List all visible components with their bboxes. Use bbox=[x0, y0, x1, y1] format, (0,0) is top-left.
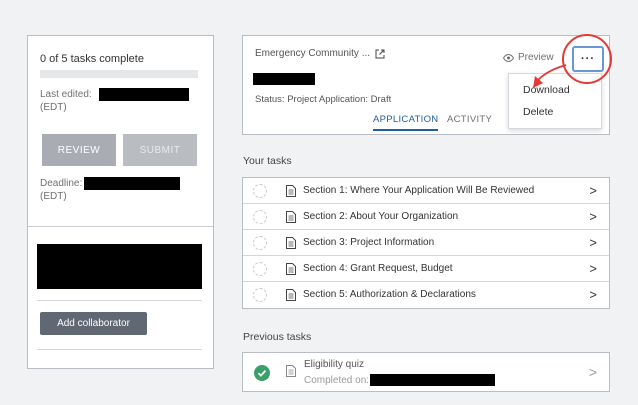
tab-application[interactable]: APPLICATION bbox=[373, 114, 439, 131]
redacted-completed-date bbox=[370, 374, 496, 386]
progress-label: 0 of 5 tasks complete bbox=[40, 53, 144, 65]
review-button[interactable]: REVIEW bbox=[42, 134, 116, 166]
tab-activity[interactable]: ACTIVITY bbox=[447, 114, 492, 125]
your-tasks-heading: Your tasks bbox=[243, 155, 292, 167]
redacted-project-name bbox=[253, 73, 315, 85]
project-title[interactable]: Emergency Community ... bbox=[255, 48, 385, 59]
previous-task-title: Eligibility quiz bbox=[304, 359, 365, 370]
project-title-text: Emergency Community ... bbox=[255, 48, 371, 59]
last-edited: Last edited: (EDT) bbox=[40, 88, 189, 114]
eye-icon bbox=[503, 53, 514, 62]
menu-item-download[interactable]: Download bbox=[523, 84, 570, 96]
chevron-right-icon: > bbox=[589, 183, 597, 198]
preview-link[interactable]: Preview bbox=[503, 52, 554, 63]
task-row[interactable]: Section 1: Where Your Application Will B… bbox=[243, 178, 609, 204]
deadline: Deadline: (EDT) bbox=[40, 177, 181, 203]
document-icon bbox=[286, 365, 296, 377]
deadline-timezone: (EDT) bbox=[40, 191, 67, 203]
divider bbox=[37, 300, 202, 301]
status-key: Status: bbox=[255, 94, 285, 105]
document-icon bbox=[286, 211, 296, 223]
task-title: Section 4: Grant Request, Budget bbox=[303, 263, 453, 274]
redacted-date bbox=[98, 88, 189, 101]
status-line: Status: Project Application: Draft bbox=[255, 94, 391, 105]
redacted-block bbox=[37, 244, 202, 289]
task-title: Section 3: Project Information bbox=[303, 237, 435, 248]
task-row[interactable]: Section 5: Authorization & Declarations … bbox=[243, 282, 609, 308]
incomplete-icon bbox=[253, 288, 267, 302]
more-options-menu: Download Delete bbox=[508, 73, 602, 129]
task-row[interactable]: Section 3: Project Information > bbox=[243, 230, 609, 256]
checkmark-icon bbox=[254, 365, 270, 381]
chevron-right-icon: > bbox=[589, 209, 597, 224]
task-title: Section 2: About Your Organization bbox=[303, 211, 459, 222]
last-edited-label: Last edited: bbox=[40, 89, 92, 101]
last-edited-timezone: (EDT) bbox=[40, 102, 67, 114]
sidebar-panel: 0 of 5 tasks complete Last edited: (EDT)… bbox=[27, 35, 214, 369]
incomplete-icon bbox=[253, 210, 267, 224]
chevron-right-icon: > bbox=[589, 287, 597, 302]
more-options-button[interactable]: ··· bbox=[572, 46, 604, 72]
incomplete-icon bbox=[253, 184, 267, 198]
chevron-right-icon: > bbox=[589, 261, 597, 276]
submit-button[interactable]: SUBMIT bbox=[123, 134, 197, 166]
menu-item-delete[interactable]: Delete bbox=[523, 106, 553, 118]
task-list: Section 1: Where Your Application Will B… bbox=[242, 177, 610, 309]
redacted-deadline bbox=[84, 177, 181, 190]
divider bbox=[37, 349, 202, 350]
document-icon bbox=[286, 237, 296, 249]
previous-tasks-heading: Previous tasks bbox=[243, 331, 312, 343]
task-row[interactable]: Section 2: About Your Organization > bbox=[243, 204, 609, 230]
task-title: Section 5: Authorization & Declarations bbox=[303, 289, 476, 300]
preview-label: Preview bbox=[518, 52, 554, 63]
incomplete-icon bbox=[253, 262, 267, 276]
completed-on-label: Completed on: bbox=[304, 374, 370, 386]
task-title: Section 1: Where Your Application Will B… bbox=[303, 185, 535, 196]
progress-bar bbox=[40, 70, 198, 78]
external-link-icon[interactable] bbox=[375, 49, 385, 59]
previous-task-subtitle: Completed on: bbox=[304, 374, 496, 386]
document-icon bbox=[286, 263, 296, 275]
chevron-right-icon: > bbox=[588, 364, 597, 380]
document-icon bbox=[286, 289, 296, 301]
previous-task-row[interactable]: Eligibility quiz Completed on: > bbox=[242, 352, 610, 392]
status-value: Project Application: Draft bbox=[287, 94, 392, 105]
deadline-label: Deadline: bbox=[40, 178, 83, 190]
chevron-right-icon: > bbox=[589, 235, 597, 250]
incomplete-icon bbox=[253, 236, 267, 250]
document-icon bbox=[286, 185, 296, 197]
divider bbox=[28, 226, 213, 227]
task-row[interactable]: Section 4: Grant Request, Budget > bbox=[243, 256, 609, 282]
add-collaborator-button[interactable]: Add collaborator bbox=[40, 312, 147, 335]
